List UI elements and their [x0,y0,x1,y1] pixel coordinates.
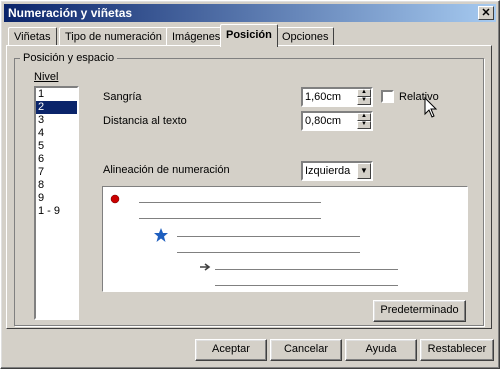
help-button[interactable]: Ayuda [345,339,417,361]
alignment-value: Izquierda [305,165,351,177]
level-item[interactable]: 4 [36,127,77,140]
cancel-button[interactable]: Cancelar [270,339,342,361]
preview-area [102,186,468,292]
text-distance-value: 0,80cm [305,115,342,127]
preview-line [139,218,321,219]
tab-label: Imágenes [172,31,221,43]
tab-tipo-numeracion[interactable]: Tipo de numeración [59,27,168,46]
preview-line [139,202,321,203]
preview-line [215,285,398,286]
indent-spinner[interactable]: 1,60cm ▲ ▼ [301,87,373,107]
text-distance-label: Distancia al texto [103,115,187,127]
preview-line [177,252,360,253]
mouse-cursor-icon [424,97,438,118]
level-item[interactable]: 5 [36,140,77,153]
tab-label: Viñetas [14,31,51,43]
tab-posicion[interactable]: Posición [220,24,278,47]
indent-label: Sangría [103,91,142,103]
arrow-bullet-icon [200,263,211,271]
level-list[interactable]: 1 2 3 4 5 6 7 8 9 1 - 9 [34,86,79,320]
tab-label: Opciones [282,31,329,43]
level-item[interactable]: 7 [36,166,77,179]
level-item-selected[interactable]: 2 [36,101,77,114]
reset-button[interactable]: Restablecer [420,339,494,361]
alignment-select[interactable]: Izquierda ▼ [301,161,373,181]
red-bullet-icon [110,194,120,204]
tab-vinetas[interactable]: Viñetas [8,27,57,46]
blue-star-bullet-icon [154,228,168,242]
level-label: Nivel [34,71,58,83]
preview-line [177,236,360,237]
chevron-down-icon[interactable]: ▼ [357,163,371,179]
close-button[interactable]: ✕ [478,6,494,20]
accept-button[interactable]: Aceptar [195,339,267,361]
spin-up-icon[interactable]: ▲ [357,89,371,97]
text-distance-spinner[interactable]: 0,80cm ▲ ▼ [301,111,373,131]
default-button[interactable]: Predeterminado [373,300,466,322]
spin-down-icon[interactable]: ▼ [357,121,371,129]
level-item[interactable]: 6 [36,153,77,166]
level-label-text: Nivel [34,71,59,83]
tab-opciones[interactable]: Opciones [276,27,335,46]
title-bar: Numeración y viñetas ✕ [4,4,496,22]
group-label: Posición y espacio [20,52,118,64]
level-item[interactable]: 1 - 9 [36,205,77,218]
alignment-label: Alineación de numeración [103,164,230,176]
indent-value: 1,60cm [305,91,342,103]
tab-label: Tipo de numeración [65,31,162,43]
spin-down-icon[interactable]: ▼ [357,97,371,105]
spin-up-icon[interactable]: ▲ [357,113,371,121]
tab-label: Posición [226,29,272,41]
tab-imagenes[interactable]: Imágenes [166,27,227,46]
level-item[interactable]: 9 [36,192,77,205]
level-item[interactable]: 3 [36,114,77,127]
relative-checkbox[interactable] [381,90,394,103]
dialog-title: Numeración y viñetas [8,6,133,20]
level-item[interactable]: 1 [36,88,77,101]
preview-line [215,269,398,270]
level-item[interactable]: 8 [36,179,77,192]
